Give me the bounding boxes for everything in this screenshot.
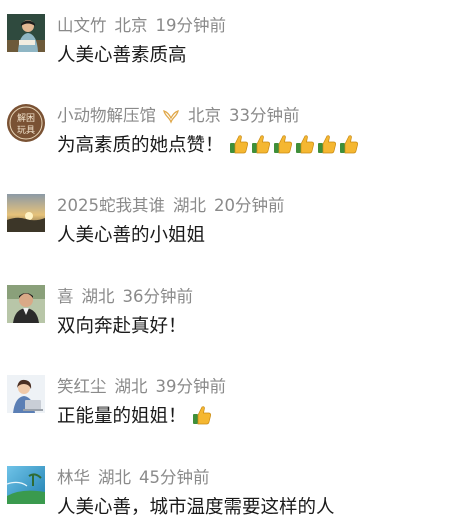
woman-laptop-avatar <box>7 375 45 413</box>
location: 北京 <box>188 106 221 125</box>
username[interactable]: 山文竹 <box>57 16 107 35</box>
avatar[interactable] <box>7 14 45 52</box>
beach-landscape-avatar <box>7 466 45 504</box>
username[interactable]: 林华 <box>57 468 90 487</box>
thumbs-up-icon <box>296 135 315 154</box>
comment-text-content: 人美心善素质高 <box>57 45 187 66</box>
person-reading-avatar <box>7 14 45 52</box>
username[interactable]: 笑红尘 <box>57 377 107 396</box>
avatar[interactable] <box>7 375 45 413</box>
location: 湖北 <box>81 287 115 306</box>
username[interactable]: 2025蛇我其谁 <box>57 196 165 215</box>
location: 湖北 <box>173 196 206 215</box>
thumbs-up-icon <box>230 135 249 154</box>
comment-meta: 山文竹 北京 19分钟前 <box>57 14 234 38</box>
thumbs-up-icon <box>340 135 359 154</box>
thumbs-up-icon <box>252 135 271 154</box>
svg-text:玩具: 玩具 <box>17 125 35 136</box>
comment-item: 解困 玩具 小动物解压馆 北京 33分钟前 为高素质的她点赞！ <box>0 104 450 160</box>
comment-meta: 小动物解压馆 北京 33分钟前 <box>57 104 308 128</box>
comment-item: 喜湖北 36分钟前 双向奔赴真好！ <box>0 285 450 341</box>
comment-item: 林华 湖北 45分钟前 人美心善，城市温度需要这样的人 <box>0 466 450 522</box>
location: 湖北 <box>98 468 131 487</box>
avatar[interactable]: 解困 玩具 <box>7 104 45 142</box>
comment-item: 山文竹 北京 19分钟前 人美心善素质高 <box>0 14 450 70</box>
comment-text-content: 正能量的姐姐！ <box>57 406 187 427</box>
comment-meta: 林华 湖北 45分钟前 <box>57 466 218 490</box>
thumbs-up-icon <box>318 135 337 154</box>
comment-text-content: 人美心善的小姐姐 <box>57 225 206 246</box>
comment-text-content: 人美心善，城市温度需要这样的人 <box>57 497 335 518</box>
comment-meta: 笑红尘 湖北 39分钟前 <box>57 375 234 399</box>
comment-text: 人美心善，城市温度需要这样的人 <box>57 494 335 522</box>
timestamp: 45分钟前 <box>139 468 210 487</box>
username[interactable]: 喜 <box>57 287 74 306</box>
avatar[interactable] <box>7 466 45 504</box>
comment-meta: 喜湖北 36分钟前 <box>57 285 201 309</box>
location: 湖北 <box>114 377 148 396</box>
timestamp: 19分钟前 <box>155 16 227 35</box>
comment-meta: 2025蛇我其谁 湖北 20分钟前 <box>57 194 293 218</box>
comment-text: 双向奔赴真好！ <box>57 313 187 341</box>
comment-item: 笑红尘 湖北 39分钟前 正能量的姐姐！ <box>0 375 450 431</box>
comment-text: 正能量的姐姐！ <box>57 403 214 431</box>
seal-avatar: 解困 玩具 <box>7 104 45 142</box>
avatar[interactable] <box>7 285 45 323</box>
timestamp: 39分钟前 <box>155 377 227 396</box>
avatar[interactable] <box>7 194 45 232</box>
timestamp: 20分钟前 <box>214 196 285 215</box>
gold-badge-icon <box>163 110 179 124</box>
thumbs-up-icon <box>193 406 212 425</box>
timestamp: 33分钟前 <box>229 106 300 125</box>
comment-text: 人美心善素质高 <box>57 42 187 70</box>
sunset-landscape-avatar <box>7 194 45 232</box>
comment-text: 为高素质的她点赞！ <box>57 132 361 160</box>
emoji-row <box>192 405 214 434</box>
comment-text: 人美心善的小姐姐 <box>57 222 205 250</box>
location: 北京 <box>114 16 148 35</box>
comment-item: 2025蛇我其谁 湖北 20分钟前 人美心善的小姐姐 <box>0 194 450 250</box>
svg-text:解困: 解困 <box>17 112 35 124</box>
timestamp: 36分钟前 <box>122 287 194 306</box>
comment-text-content: 为高素质的她点赞！ <box>57 135 224 156</box>
emoji-row <box>229 134 361 163</box>
comment-text-content: 双向奔赴真好！ <box>57 316 187 337</box>
man-portrait-avatar <box>7 285 45 323</box>
thumbs-up-icon <box>274 135 293 154</box>
username[interactable]: 小动物解压馆 <box>57 106 156 125</box>
